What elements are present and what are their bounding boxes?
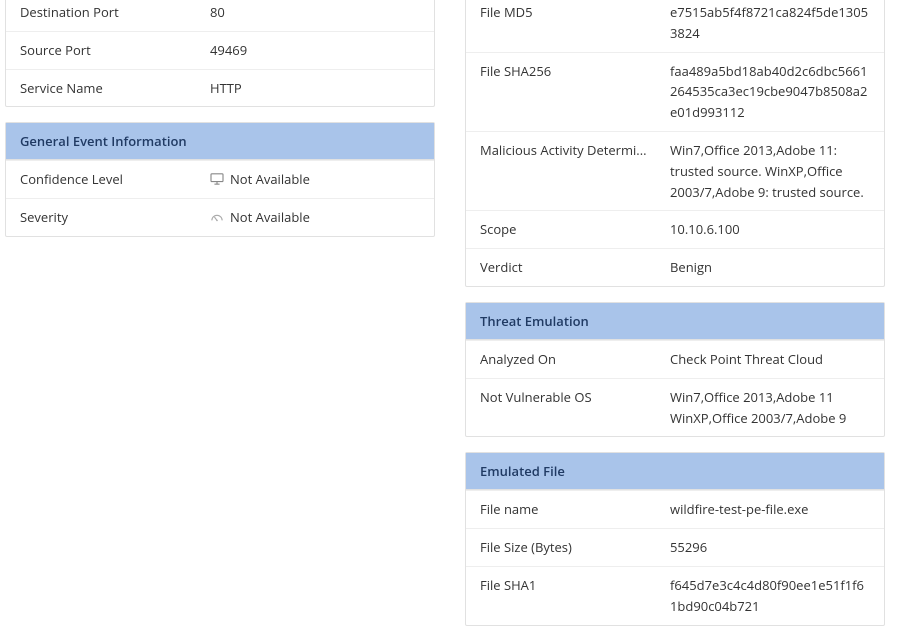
panel-header-threat-emulation: Threat Emulation <box>466 303 884 340</box>
row-value-text: Not Available <box>230 170 310 188</box>
connection-panel: Destination Port 80 Source Port 49469 Se… <box>5 0 435 107</box>
table-row: File SHA256 faa489a5bd18ab40d2c6dbc56612… <box>466 52 884 131</box>
row-label: Confidence Level <box>20 169 210 190</box>
table-row: Service Name HTTP <box>6 69 434 107</box>
row-label: Destination Port <box>20 2 210 23</box>
table-row: Destination Port 80 <box>6 0 434 31</box>
row-value: 55296 <box>670 537 870 558</box>
panel-header-emulated-file: Emulated File <box>466 453 884 490</box>
general-event-panel: General Event Information Confidence Lev… <box>5 122 435 237</box>
row-label: File SHA256 <box>480 61 670 123</box>
table-row: File Size (Bytes) 55296 <box>466 528 884 566</box>
row-value: Not Available <box>210 169 420 190</box>
row-value: Win7,Office 2013,Adobe 11 WinXP,Office 2… <box>670 387 870 429</box>
table-row: File MD5 e7515ab5f4f8721ca824f5de1305382… <box>466 0 884 52</box>
table-row: Analyzed On Check Point Threat Cloud <box>466 340 884 378</box>
row-label: Not Vulnerable OS <box>480 387 670 429</box>
row-value: Win7,Office 2013,Adobe 11: trusted sourc… <box>670 140 870 202</box>
row-label: File SHA1 <box>480 575 670 617</box>
row-value: faa489a5bd18ab40d2c6dbc5661264535ca3ec19… <box>670 61 870 123</box>
row-value: Benign <box>670 257 870 278</box>
threat-emulation-panel: Threat Emulation Analyzed On Check Point… <box>465 302 885 437</box>
gauge-icon <box>210 211 224 223</box>
row-value: e7515ab5f4f8721ca824f5de13053824 <box>670 2 870 44</box>
monitor-icon <box>210 173 224 185</box>
file-details-panel: File MD5 e7515ab5f4f8721ca824f5de1305382… <box>465 0 885 287</box>
row-label: File name <box>480 499 670 520</box>
row-label: File MD5 <box>480 2 670 44</box>
row-value: HTTP <box>210 78 420 99</box>
row-label: Analyzed On <box>480 349 670 370</box>
row-label: Malicious Activity Determi... <box>480 140 670 202</box>
row-label: File Size (Bytes) <box>480 537 670 558</box>
table-row: Malicious Activity Determi... Win7,Offic… <box>466 131 884 210</box>
row-value: 10.10.6.100 <box>670 219 870 240</box>
row-value: wildfire-test-pe-file.exe <box>670 499 870 520</box>
row-label: Source Port <box>20 40 210 61</box>
table-row: Verdict Benign <box>466 248 884 286</box>
table-row: File name wildfire-test-pe-file.exe <box>466 490 884 528</box>
row-value: Check Point Threat Cloud <box>670 349 870 370</box>
table-row: Not Vulnerable OS Win7,Office 2013,Adobe… <box>466 378 884 437</box>
row-value: Not Available <box>210 207 420 228</box>
row-value: 80 <box>210 2 420 23</box>
table-row: Severity Not Available <box>6 198 434 236</box>
row-label: Severity <box>20 207 210 228</box>
table-row: Source Port 49469 <box>6 31 434 69</box>
table-row: Scope 10.10.6.100 <box>466 210 884 248</box>
row-label: Service Name <box>20 78 210 99</box>
row-value-text: Not Available <box>230 208 310 226</box>
table-row: Confidence Level Not Available <box>6 160 434 198</box>
row-value: 49469 <box>210 40 420 61</box>
row-value: f645d7e3c4c4d80f90ee1e51f1f61bd90c04b721 <box>670 575 870 617</box>
row-label: Verdict <box>480 257 670 278</box>
table-row: File SHA1 f645d7e3c4c4d80f90ee1e51f1f61b… <box>466 566 884 625</box>
row-label: Scope <box>480 219 670 240</box>
panel-header-general: General Event Information <box>6 123 434 160</box>
emulated-file-panel: Emulated File File name wildfire-test-pe… <box>465 452 885 625</box>
